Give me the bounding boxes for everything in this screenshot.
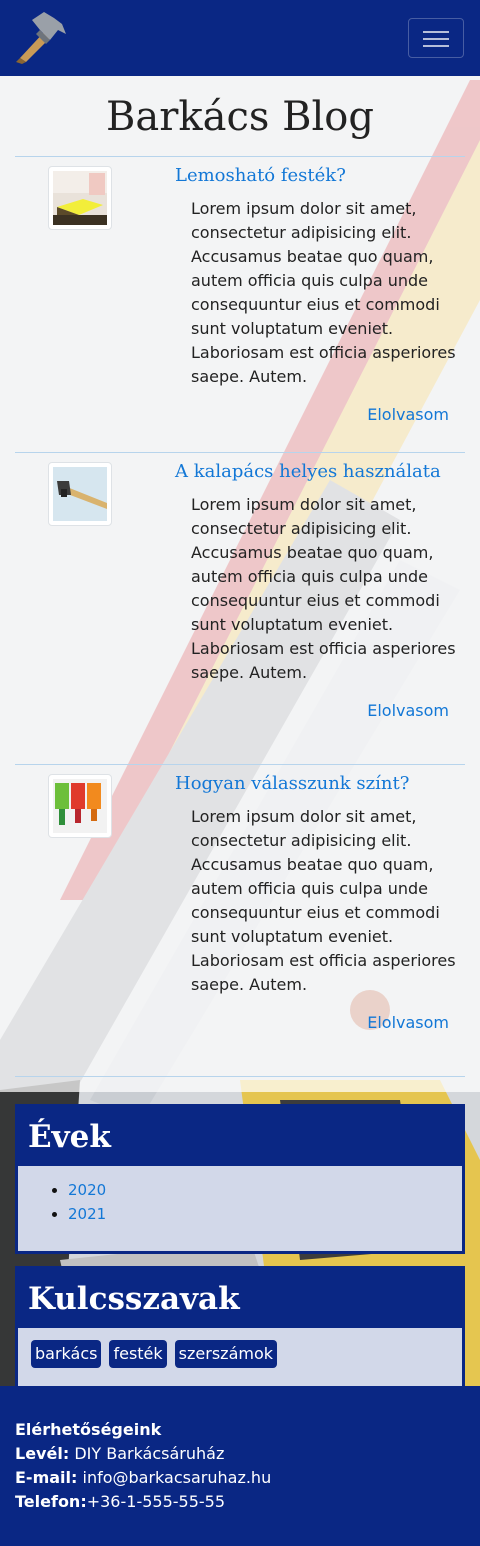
post-excerpt: Lorem ipsum dolor sit amet, consectetur … — [191, 495, 456, 682]
footer-email: E-mail: info@barkacsaruhaz.hu — [15, 1466, 271, 1490]
post-thumbnail[interactable] — [48, 462, 112, 526]
blog-post: Lemosható festék? Lorem ipsum dolor sit … — [15, 156, 465, 468]
post-title-link[interactable]: A kalapács helyes használata — [175, 461, 441, 482]
years-card: Évek 2020 2021 — [15, 1104, 465, 1254]
mail-value: DIY Barkácsáruház — [74, 1444, 225, 1463]
read-more-link[interactable]: Elolvasom — [367, 405, 449, 424]
tag-szerszamok[interactable]: szerszámok — [174, 1340, 278, 1368]
tag-barkacs[interactable]: barkács — [31, 1340, 102, 1368]
list-item: 2020 — [68, 1178, 106, 1202]
keywords-body: barkács festék szerszámok — [18, 1328, 462, 1386]
phone-label: Telefon: — [15, 1492, 87, 1511]
keywords-title: Kulcsszavak — [28, 1281, 240, 1317]
read-more-link[interactable]: Elolvasom — [367, 701, 449, 720]
post-thumbnail[interactable] — [48, 166, 112, 230]
email-value: info@barkacsaruhaz.hu — [82, 1468, 272, 1487]
post-title-link[interactable]: Lemosható festék? — [175, 165, 346, 186]
hamburger-icon[interactable] — [408, 18, 464, 58]
year-link-2021[interactable]: 2021 — [68, 1205, 106, 1223]
years-body: 2020 2021 — [18, 1166, 462, 1251]
page-title: Barkács Blog — [106, 94, 374, 140]
years-list: 2020 2021 — [68, 1178, 106, 1226]
footer-mail: Levél: DIY Barkácsáruház — [15, 1442, 224, 1466]
tag-list: barkács festék szerszámok — [31, 1340, 285, 1368]
navbar — [0, 0, 480, 76]
hammer-icon[interactable] — [14, 12, 68, 64]
list-item: 2021 — [68, 1202, 106, 1226]
blog-main: Barkács Blog Lemosható festék? Lorem ips… — [0, 76, 480, 1092]
footer-heading-text: Elérhetőségeink — [15, 1420, 162, 1439]
years-title: Évek — [28, 1119, 111, 1155]
keywords-card: Kulcsszavak barkács festék szerszámok — [15, 1266, 465, 1386]
email-label: E-mail: — [15, 1468, 78, 1487]
post-title-link[interactable]: Hogyan válasszunk színt? — [175, 773, 409, 794]
divider — [15, 1076, 465, 1077]
read-more-link[interactable]: Elolvasom — [367, 1013, 449, 1032]
phone-value: +36-1-555-55-55 — [86, 1492, 226, 1511]
footer-phone: Telefon:+36-1-555-55-55 — [15, 1490, 225, 1514]
year-link-2020[interactable]: 2020 — [68, 1181, 106, 1199]
post-excerpt: Lorem ipsum dolor sit amet, consectetur … — [191, 807, 456, 994]
post-thumbnail[interactable] — [48, 774, 112, 838]
blog-post: A kalapács helyes használata Lorem ipsum… — [15, 452, 465, 764]
post-excerpt: Lorem ipsum dolor sit amet, consectetur … — [191, 199, 456, 386]
mail-label: Levél: — [15, 1444, 70, 1463]
footer: Elérhetőségeink Levél: DIY Barkácsáruház… — [0, 1386, 480, 1546]
footer-heading: Elérhetőségeink — [15, 1418, 161, 1442]
tag-festek[interactable]: festék — [109, 1340, 167, 1368]
blog-post: Hogyan válasszunk színt? Lorem ipsum dol… — [15, 764, 465, 1076]
